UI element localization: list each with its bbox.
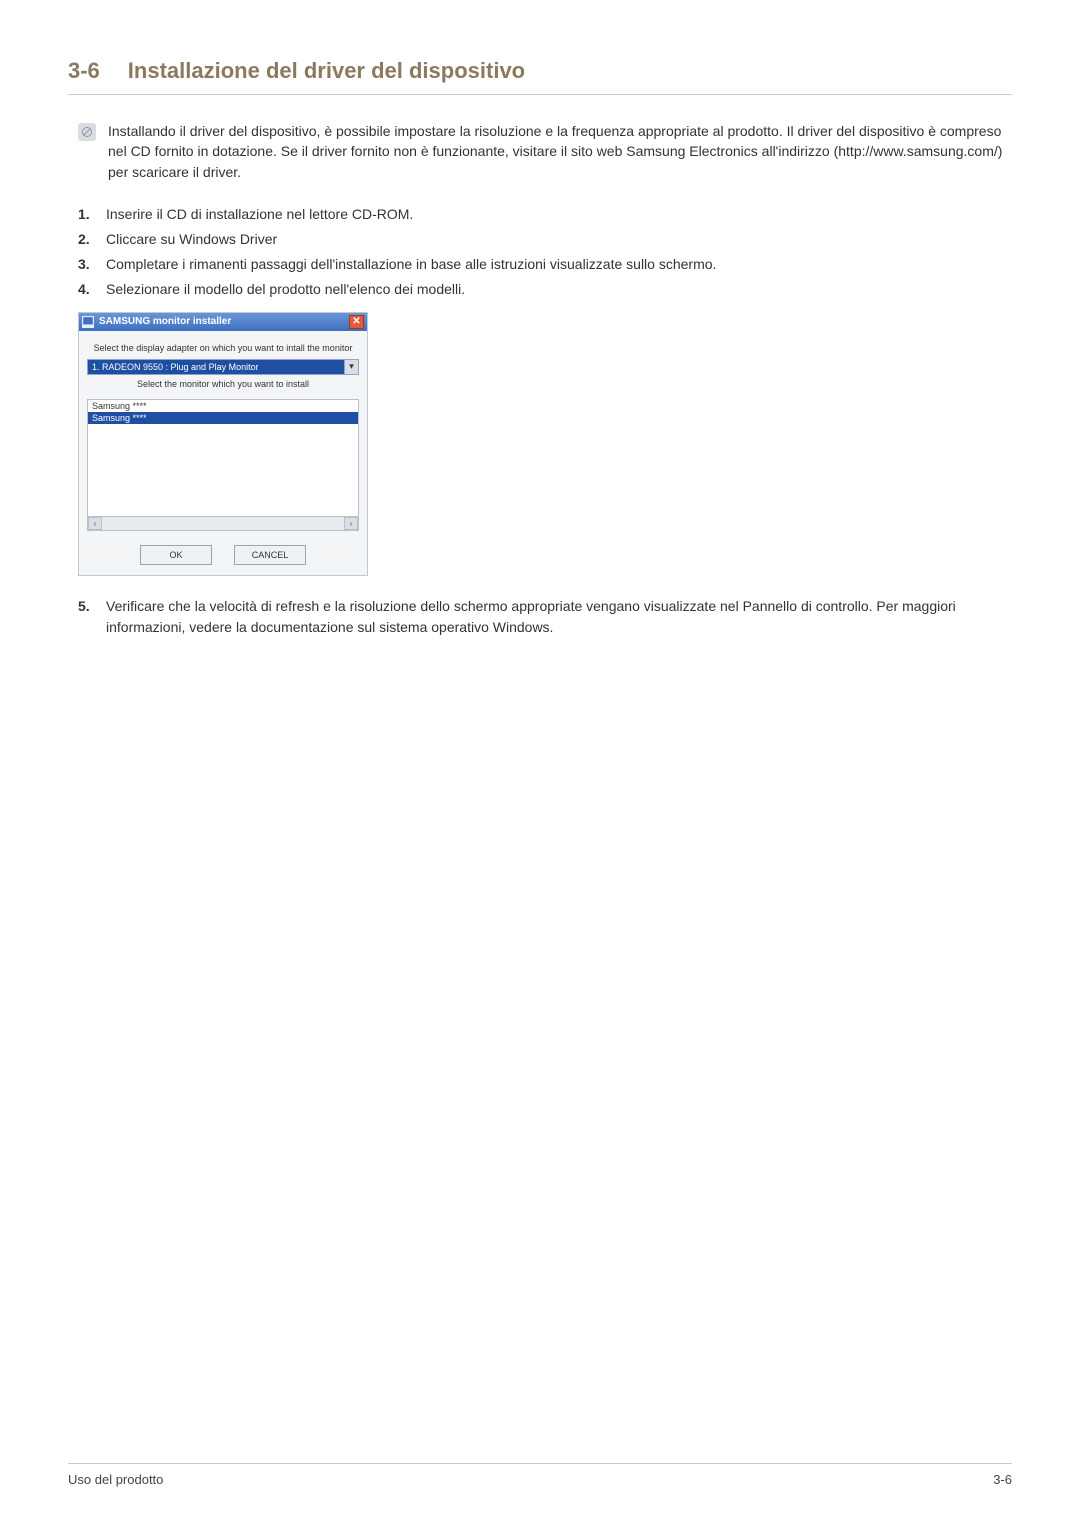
dialog-title: SAMSUNG monitor installer [99, 316, 231, 327]
dialog-button-row: OK CANCEL [87, 545, 359, 565]
installer-dialog: SAMSUNG monitor installer ✕ Select the d… [78, 312, 368, 576]
info-text: Installando il driver del dispositivo, è… [108, 121, 1012, 182]
footer-left: Uso del prodotto [68, 1472, 163, 1487]
monitor-label: Select the monitor which you want to ins… [87, 379, 359, 389]
step-item: Completare i rimanenti passaggi dell'ins… [78, 254, 1012, 275]
app-icon [82, 316, 94, 328]
step-text: Selezionare il modello del prodotto nell… [106, 279, 465, 300]
step-text: Inserire il CD di installazione nel lett… [106, 204, 413, 225]
dialog-body: Select the display adapter on which you … [79, 331, 367, 575]
step-text: Completare i rimanenti passaggi dell'ins… [106, 254, 716, 275]
step-text: Cliccare su Windows Driver [106, 229, 277, 250]
scroll-track[interactable] [102, 517, 344, 530]
step-item: Cliccare su Windows Driver [78, 229, 1012, 250]
ok-button[interactable]: OK [140, 545, 212, 565]
cancel-button[interactable]: CANCEL [234, 545, 306, 565]
adapter-label: Select the display adapter on which you … [87, 343, 359, 353]
close-icon[interactable]: ✕ [349, 315, 364, 329]
section-title: Installazione del driver del dispositivo [128, 58, 525, 84]
adapter-value: 1. RADEON 9550 : Plug and Play Monitor [88, 360, 344, 374]
footer-right: 3-6 [993, 1472, 1012, 1487]
info-icon [78, 123, 96, 141]
list-item[interactable]: Samsung **** [88, 412, 358, 424]
step-item: Verificare che la velocità di refresh e … [78, 596, 1012, 638]
section-heading: 3-6 Installazione del driver del disposi… [68, 58, 1012, 95]
horizontal-scrollbar[interactable]: ‹ › [87, 517, 359, 531]
steps-list: Inserire il CD di installazione nel lett… [78, 204, 1012, 300]
step-item: Inserire il CD di installazione nel lett… [78, 204, 1012, 225]
list-item[interactable]: Samsung **** [88, 400, 358, 412]
section-number: 3-6 [68, 58, 100, 84]
monitor-list[interactable]: Samsung **** Samsung **** [87, 399, 359, 517]
step-text: Verificare che la velocità di refresh e … [106, 596, 1012, 638]
adapter-select[interactable]: 1. RADEON 9550 : Plug and Play Monitor ▾ [87, 359, 359, 375]
info-note: Installando il driver del dispositivo, è… [78, 121, 1012, 182]
chevron-down-icon[interactable]: ▾ [344, 360, 358, 374]
steps-list-cont: Verificare che la velocità di refresh e … [78, 596, 1012, 638]
scroll-left-icon[interactable]: ‹ [88, 517, 102, 530]
dialog-titlebar: SAMSUNG monitor installer ✕ [79, 313, 367, 331]
step-item: Selezionare il modello del prodotto nell… [78, 279, 1012, 300]
scroll-right-icon[interactable]: › [344, 517, 358, 530]
page-footer: Uso del prodotto 3-6 [68, 1463, 1012, 1487]
